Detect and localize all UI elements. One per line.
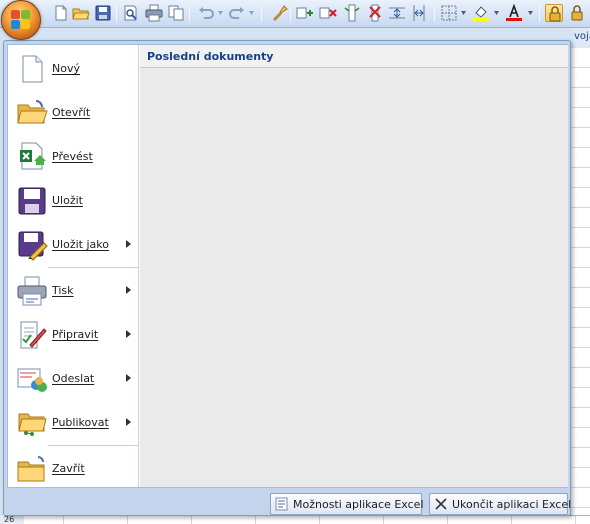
row-height-icon[interactable] [388, 4, 406, 22]
menu-item-close[interactable]: Zavřít [8, 447, 139, 491]
new-document-icon [16, 53, 48, 85]
lock-alt-icon[interactable] [568, 4, 586, 22]
menu-item-label: Připravit [52, 328, 99, 341]
redo-icon[interactable] [228, 4, 246, 22]
menu-item-new[interactable]: Nový [8, 47, 139, 91]
menu-divider [48, 267, 138, 268]
close-folder-icon [16, 453, 48, 485]
menu-item-send[interactable]: Odeslat [8, 357, 139, 401]
fill-color-icon[interactable] [472, 4, 490, 22]
menu-item-label: Tisk [52, 284, 74, 297]
menu-item-label: Uložit jako [52, 238, 109, 251]
menu-item-label: Převést [52, 150, 93, 163]
copy-icon[interactable] [167, 4, 185, 22]
recent-documents-pane: Poslední dokumenty [140, 45, 568, 487]
prepare-icon [16, 319, 48, 351]
menu-item-save-as[interactable]: Uložit jako [8, 223, 139, 267]
menu-item-convert[interactable]: Převést [8, 135, 139, 179]
exit-excel-button[interactable]: Ukončit aplikaci Excel [429, 493, 572, 515]
convert-icon [16, 141, 48, 173]
delete-column-icon[interactable] [366, 4, 384, 22]
publish-icon [16, 407, 48, 439]
office-logo-icon [11, 10, 31, 30]
lock-icon[interactable] [545, 4, 563, 22]
menu-item-label: Odeslat [52, 372, 95, 385]
excel-options-button[interactable]: Možnosti aplikace Excel [270, 493, 424, 515]
save-as-icon [16, 229, 48, 261]
quick-access-toolbar [0, 0, 590, 28]
new-icon[interactable] [52, 4, 70, 22]
menu-item-label: Zavřít [52, 462, 85, 475]
open-icon[interactable] [72, 4, 90, 22]
insert-column-icon[interactable] [343, 4, 361, 22]
insert-cells-icon[interactable] [296, 4, 314, 22]
ribbon-tab-fragment[interactable]: voja [573, 28, 590, 48]
submenu-arrow-icon [126, 330, 131, 338]
worksheet-bottom-row [0, 515, 590, 524]
submenu-arrow-icon [126, 286, 131, 294]
menu-divider [48, 445, 138, 446]
excel-options-label: Možnosti aplikace Excel [293, 498, 424, 511]
worksheet-grid [570, 48, 590, 524]
print-preview-icon[interactable] [122, 4, 140, 22]
menu-item-print[interactable]: Tisk [8, 269, 139, 313]
font-color-icon[interactable] [505, 4, 523, 22]
save-icon[interactable] [94, 4, 112, 22]
recent-documents-title: Poslední dokumenty [140, 45, 568, 68]
print-icon[interactable] [145, 4, 163, 22]
exit-excel-label: Ukončit aplikaci Excel [452, 498, 572, 511]
options-icon [275, 497, 289, 511]
delete-cells-icon[interactable] [319, 4, 337, 22]
menu-item-label: Nový [52, 62, 80, 75]
undo-icon[interactable] [197, 4, 215, 22]
close-icon [434, 497, 448, 511]
print-icon [16, 275, 48, 307]
open-folder-icon [16, 97, 48, 129]
submenu-arrow-icon [126, 374, 131, 382]
menu-command-list: Nový Otevřít Převést Uložit Uložit jako [8, 45, 139, 487]
submenu-arrow-icon [126, 418, 131, 426]
office-menu: Nový Otevřít Převést Uložit Uložit jako [3, 40, 571, 516]
format-painter-icon[interactable] [270, 4, 288, 22]
menu-item-publish[interactable]: Publikovat [8, 401, 139, 445]
undo-dropdown-icon[interactable] [218, 11, 223, 15]
office-button[interactable] [1, 0, 41, 40]
submenu-arrow-icon [126, 240, 131, 248]
menu-item-prepare[interactable]: Připravit [8, 313, 139, 357]
menu-item-label: Otevřít [52, 106, 91, 119]
fill-color-dropdown-icon[interactable] [494, 11, 499, 15]
borders-dropdown-icon[interactable] [461, 11, 466, 15]
menu-item-save[interactable]: Uložit [8, 179, 139, 223]
borders-icon[interactable] [440, 4, 458, 22]
row-number: 26 [0, 515, 24, 524]
font-color-dropdown-icon[interactable] [528, 11, 533, 15]
menu-item-label: Uložit [52, 194, 83, 207]
menu-item-open[interactable]: Otevřít [8, 91, 139, 135]
column-width-icon[interactable] [410, 4, 428, 22]
office-menu-body: Nový Otevřít Převést Uložit Uložit jako [7, 44, 568, 488]
menu-item-label: Publikovat [52, 416, 109, 429]
save-icon [16, 185, 48, 217]
send-icon [16, 363, 48, 395]
redo-dropdown-icon[interactable] [249, 11, 254, 15]
